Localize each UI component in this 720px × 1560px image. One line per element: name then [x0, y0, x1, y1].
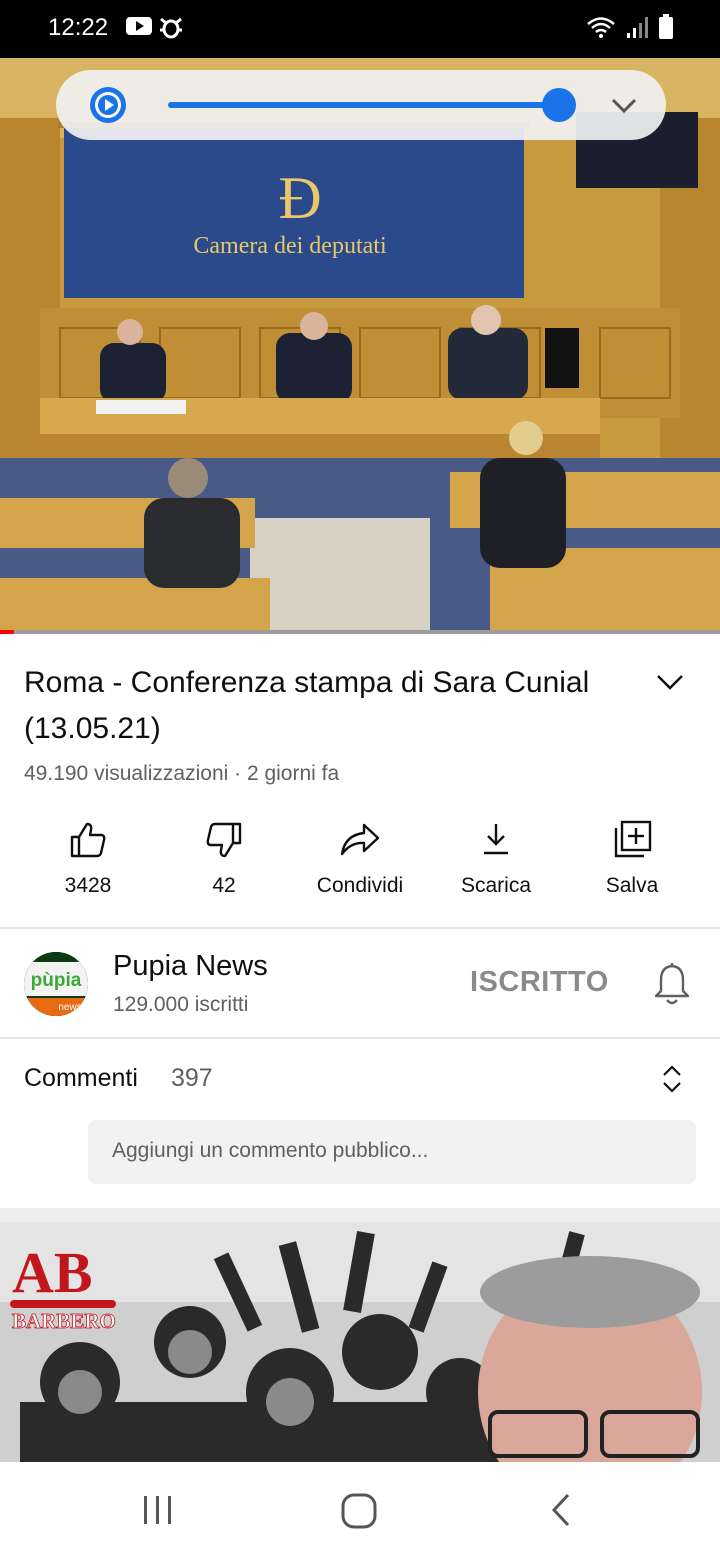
avatar-logo-text: pùpia	[31, 970, 82, 991]
add-to-playlist-icon	[614, 820, 652, 858]
youtube-icon	[126, 17, 152, 35]
scene-sign-text: Camera dei deputati	[193, 233, 387, 259]
channel-avatar[interactable]: pùpia news	[24, 952, 88, 1016]
share-label: Condividi	[316, 874, 404, 897]
download-label: Scarica	[460, 874, 532, 897]
video-title[interactable]: Roma - Conferenza stampa di Sara Cunial …	[24, 660, 604, 752]
video-frame: Camera dei deputati Ð	[0, 58, 720, 634]
save-label: Salva	[605, 874, 659, 897]
thumb-down-icon	[206, 822, 242, 858]
next-video-logo-name: BARBERO	[12, 1309, 116, 1333]
channel-name[interactable]: Pupia News	[113, 950, 268, 983]
dislike-button[interactable]: 42	[156, 812, 292, 898]
wifi-icon	[587, 17, 615, 38]
divider	[0, 927, 720, 929]
video-progress-bar[interactable]	[0, 630, 720, 634]
play-icon[interactable]	[90, 87, 126, 123]
like-button[interactable]: 3428	[20, 812, 156, 898]
signal-icon	[627, 17, 648, 38]
battery-icon	[659, 14, 673, 39]
comment-input[interactable]: Aggiungi un commento pubblico...	[88, 1120, 696, 1184]
subscribed-button[interactable]: ISCRITTO	[470, 966, 609, 999]
svg-text:Ð: Ð	[278, 165, 321, 231]
share-icon	[340, 823, 380, 856]
divider	[0, 1037, 720, 1039]
save-button[interactable]: Salva	[564, 812, 700, 898]
section-gap	[0, 1208, 720, 1222]
comments-count: 397	[171, 1064, 213, 1092]
next-video-thumbnail[interactable]: AB BARBERO	[0, 1222, 720, 1462]
navigation-bar	[0, 1462, 720, 1560]
status-time: 12:22	[48, 14, 109, 41]
download-button[interactable]: Scarica	[428, 812, 564, 898]
next-video-logo-letters: AB	[12, 1240, 93, 1305]
dislike-count: 42	[212, 874, 236, 897]
expand-description-icon[interactable]	[654, 668, 686, 696]
home-icon[interactable]	[340, 1492, 378, 1530]
status-bar: 12:22	[0, 0, 720, 58]
video-progress-fill	[0, 630, 14, 634]
share-button[interactable]: Condividi	[292, 812, 428, 898]
video-player[interactable]: Camera dei deputati Ð	[0, 58, 720, 634]
expand-comments-icon[interactable]	[660, 1062, 684, 1096]
subscriber-count: 129.000 iscritti	[113, 993, 249, 1016]
download-icon	[484, 824, 508, 855]
chevron-down-icon[interactable]	[610, 92, 638, 118]
back-icon[interactable]	[548, 1492, 574, 1528]
volume-overlay	[56, 70, 666, 140]
bell-icon[interactable]	[652, 962, 692, 1006]
comments-title[interactable]: Commenti	[24, 1064, 138, 1093]
thumb-up-icon	[70, 822, 106, 858]
volume-slider[interactable]	[168, 102, 560, 108]
avatar-logo-subtext: news	[58, 1002, 81, 1013]
like-count: 3428	[64, 874, 112, 897]
recent-apps-icon[interactable]	[142, 1492, 174, 1528]
volume-slider-thumb[interactable]	[542, 88, 576, 122]
video-meta: 49.190 visualizzazioni · 2 giorni fa	[24, 762, 340, 785]
bug-icon	[160, 17, 182, 39]
action-row: 3428 42 Condividi Scarica Salva	[0, 812, 720, 912]
